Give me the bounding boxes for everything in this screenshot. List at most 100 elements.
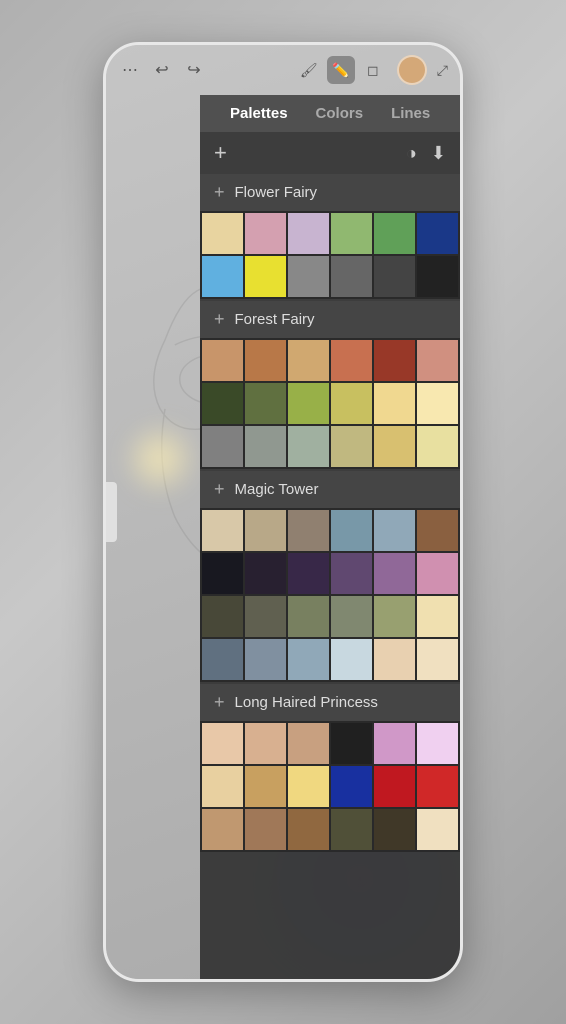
color-cell[interactable] <box>374 766 415 807</box>
color-cell[interactable] <box>288 553 329 594</box>
palette-name-long-haired-princess: Long Haired Princess <box>235 694 378 711</box>
add-palette-button[interactable]: + <box>214 140 227 166</box>
color-cell[interactable] <box>331 340 372 381</box>
color-cell[interactable] <box>331 596 372 637</box>
color-cell[interactable] <box>202 809 243 850</box>
color-cell[interactable] <box>202 596 243 637</box>
side-volume-button[interactable] <box>103 482 117 542</box>
palette-header-long-haired-princess: + Long Haired Princess <box>200 684 460 721</box>
color-cell[interactable] <box>417 256 458 297</box>
color-cell[interactable] <box>374 256 415 297</box>
palette-add-magic-tower[interactable]: + <box>214 479 225 500</box>
color-cell[interactable] <box>417 766 458 807</box>
action-icons: ◑ ⬇ <box>406 143 446 164</box>
color-cell[interactable] <box>331 553 372 594</box>
color-cell[interactable] <box>417 596 458 637</box>
color-cell[interactable] <box>374 426 415 467</box>
color-cell[interactable] <box>374 596 415 637</box>
palette-colors-long-haired-princess <box>200 721 460 852</box>
color-cell[interactable] <box>202 639 243 680</box>
palette-name-magic-tower: Magic Tower <box>235 481 319 498</box>
color-cell[interactable] <box>331 639 372 680</box>
color-cell[interactable] <box>331 426 372 467</box>
color-cell[interactable] <box>374 723 415 764</box>
color-cell[interactable] <box>331 383 372 424</box>
color-cell[interactable] <box>245 723 286 764</box>
color-cell[interactable] <box>245 809 286 850</box>
color-cell[interactable] <box>288 256 329 297</box>
panel-content[interactable]: + Flower Fairy <box>200 174 460 979</box>
color-cell[interactable] <box>417 383 458 424</box>
color-cell[interactable] <box>417 213 458 254</box>
toolbar: ⋯ ↩ ↪ 🖌 ✏️ ◻ ⤢ <box>106 45 460 95</box>
color-cell[interactable] <box>288 213 329 254</box>
color-cell[interactable] <box>245 256 286 297</box>
eraser-icon[interactable]: ◻ <box>359 56 387 84</box>
color-cell[interactable] <box>417 426 458 467</box>
color-cell[interactable] <box>331 256 372 297</box>
redo-icon[interactable]: ↪ <box>182 58 206 82</box>
color-cell[interactable] <box>245 383 286 424</box>
color-cell[interactable] <box>288 809 329 850</box>
color-cell[interactable] <box>245 426 286 467</box>
color-cell[interactable] <box>331 809 372 850</box>
tab-colors[interactable]: Colors <box>302 101 378 126</box>
color-cell[interactable] <box>417 510 458 551</box>
color-cell[interactable] <box>417 553 458 594</box>
color-cell[interactable] <box>374 639 415 680</box>
color-cell[interactable] <box>245 213 286 254</box>
tab-palettes[interactable]: Palettes <box>216 101 302 126</box>
color-cell[interactable] <box>288 639 329 680</box>
color-cell[interactable] <box>331 723 372 764</box>
color-cell[interactable] <box>245 510 286 551</box>
color-cell[interactable] <box>202 383 243 424</box>
download-icon[interactable]: ⬇ <box>431 143 446 164</box>
undo-icon[interactable]: ↩ <box>150 58 174 82</box>
color-cell[interactable] <box>202 723 243 764</box>
color-cell[interactable] <box>202 340 243 381</box>
color-cell[interactable] <box>374 809 415 850</box>
pen-icon[interactable]: ✏️ <box>327 56 355 84</box>
color-cell[interactable] <box>331 766 372 807</box>
color-cell[interactable] <box>288 723 329 764</box>
toolbar-left: ⋯ ↩ ↪ <box>118 58 206 82</box>
circle-icon[interactable]: ◑ <box>406 143 417 164</box>
color-cell[interactable] <box>288 596 329 637</box>
color-cell[interactable] <box>202 766 243 807</box>
palette-add-flower-fairy[interactable]: + <box>214 182 225 203</box>
menu-icon[interactable]: ⋯ <box>118 58 142 82</box>
color-cell[interactable] <box>417 723 458 764</box>
color-swatch-toolbar[interactable] <box>397 55 427 85</box>
color-cell[interactable] <box>374 340 415 381</box>
palette-add-long-haired-princess[interactable]: + <box>214 692 225 713</box>
color-cell[interactable] <box>417 639 458 680</box>
color-cell[interactable] <box>202 426 243 467</box>
color-cell[interactable] <box>374 553 415 594</box>
color-cell[interactable] <box>374 383 415 424</box>
color-cell[interactable] <box>374 213 415 254</box>
color-cell[interactable] <box>245 596 286 637</box>
color-cell[interactable] <box>245 639 286 680</box>
color-cell[interactable] <box>331 213 372 254</box>
color-cell[interactable] <box>331 510 372 551</box>
color-cell[interactable] <box>288 383 329 424</box>
tab-bar: Palettes Colors Lines <box>200 95 460 132</box>
palette-add-forest-fairy[interactable]: + <box>214 309 225 330</box>
color-cell[interactable] <box>245 340 286 381</box>
color-cell[interactable] <box>417 340 458 381</box>
color-cell[interactable] <box>288 510 329 551</box>
color-cell[interactable] <box>374 510 415 551</box>
color-cell[interactable] <box>245 553 286 594</box>
color-cell[interactable] <box>202 510 243 551</box>
expand-icon[interactable]: ⤢ <box>437 62 448 79</box>
tab-lines[interactable]: Lines <box>377 101 444 126</box>
brush-icon[interactable]: 🖌 <box>295 56 323 84</box>
color-cell[interactable] <box>245 766 286 807</box>
color-cell[interactable] <box>202 553 243 594</box>
color-cell[interactable] <box>417 809 458 850</box>
color-cell[interactable] <box>202 213 243 254</box>
color-cell[interactable] <box>202 256 243 297</box>
color-cell[interactable] <box>288 766 329 807</box>
color-cell[interactable] <box>288 426 329 467</box>
color-cell[interactable] <box>288 340 329 381</box>
